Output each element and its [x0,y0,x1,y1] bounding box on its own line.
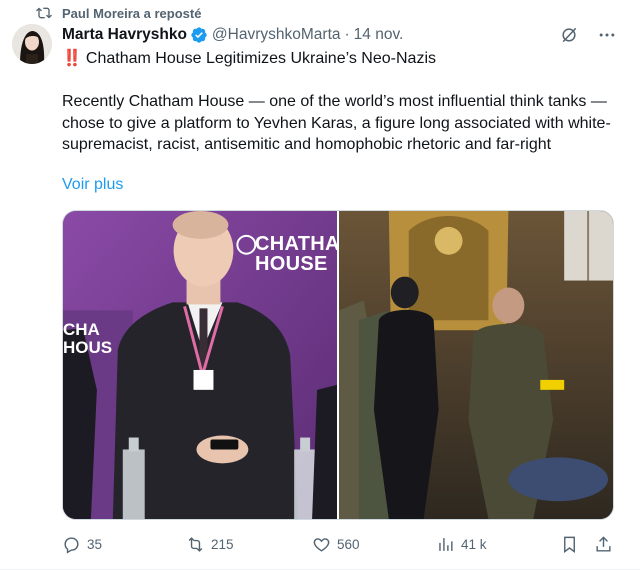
logo-partial-line-1: CHA [63,320,100,339]
separator-dot: · [344,26,350,43]
reply-count: 35 [87,536,103,552]
more-options-icon[interactable] [596,24,618,46]
logo-line-1: CHATHAM [255,233,337,255]
heart-icon [313,537,330,552]
like-count: 560 [337,536,360,552]
share-button[interactable] [594,535,613,554]
verified-badge-icon [190,26,208,44]
tweet-header: Marta Havryshko @HavryshkoMarta · 14 nov… [62,24,403,46]
logo-partial-line-2: HOUS [63,338,113,357]
tweet-title-text: Chatham House Legitimizes Ukraine’s Neo-… [85,50,436,67]
views-count: 41 k [461,536,487,552]
repost-indicator[interactable]: Paul Moreira a reposté [36,3,201,23]
like-button[interactable]: 560 [312,535,360,554]
reply-icon [64,536,79,554]
chatham-house-logo: CHATHAM HOUSE [235,234,337,274]
see-more-link[interactable]: Voir plus [62,176,123,194]
top-actions [558,24,618,46]
tweet-body: Recently Chatham House — one of the worl… [62,93,611,153]
bookmark-button[interactable] [560,535,579,554]
author-display-name[interactable]: Marta Havryshko [62,26,187,44]
author-handle[interactable]: @HavryshkoMarta [212,26,341,44]
repost-icon [188,536,203,552]
tweet-action-bar: 35 215 560 41 k [62,532,614,556]
repost-icon [36,7,52,19]
grok-icon[interactable] [558,24,580,46]
avatar[interactable] [12,24,52,64]
photo-church[interactable] [339,211,613,519]
repost-button[interactable]: 215 [186,535,234,554]
tweet-title: ‼️ Chatham House Legitimizes Ukraine’s Ne… [62,48,436,69]
repost-count: 215 [211,536,234,552]
logo-line-2: HOUSE [255,253,328,275]
reply-button[interactable]: 35 [62,535,102,554]
chatham-house-logo-partial: CHA HOUS [63,321,112,357]
views-icon [439,537,453,551]
double-exclamation-icon: ‼️ [62,50,82,67]
repost-label: Paul Moreira a reposté [62,5,202,21]
photo-conference[interactable]: CHATHAM HOUSE CHA HOUS [63,211,337,519]
views-button[interactable]: 41 k [436,535,487,554]
tweet-date[interactable]: 14 nov. [354,26,404,44]
tweet-media[interactable]: CHATHAM HOUSE CHA HOUS [62,210,614,520]
bookmark-icon [564,536,575,553]
share-icon [596,535,611,552]
